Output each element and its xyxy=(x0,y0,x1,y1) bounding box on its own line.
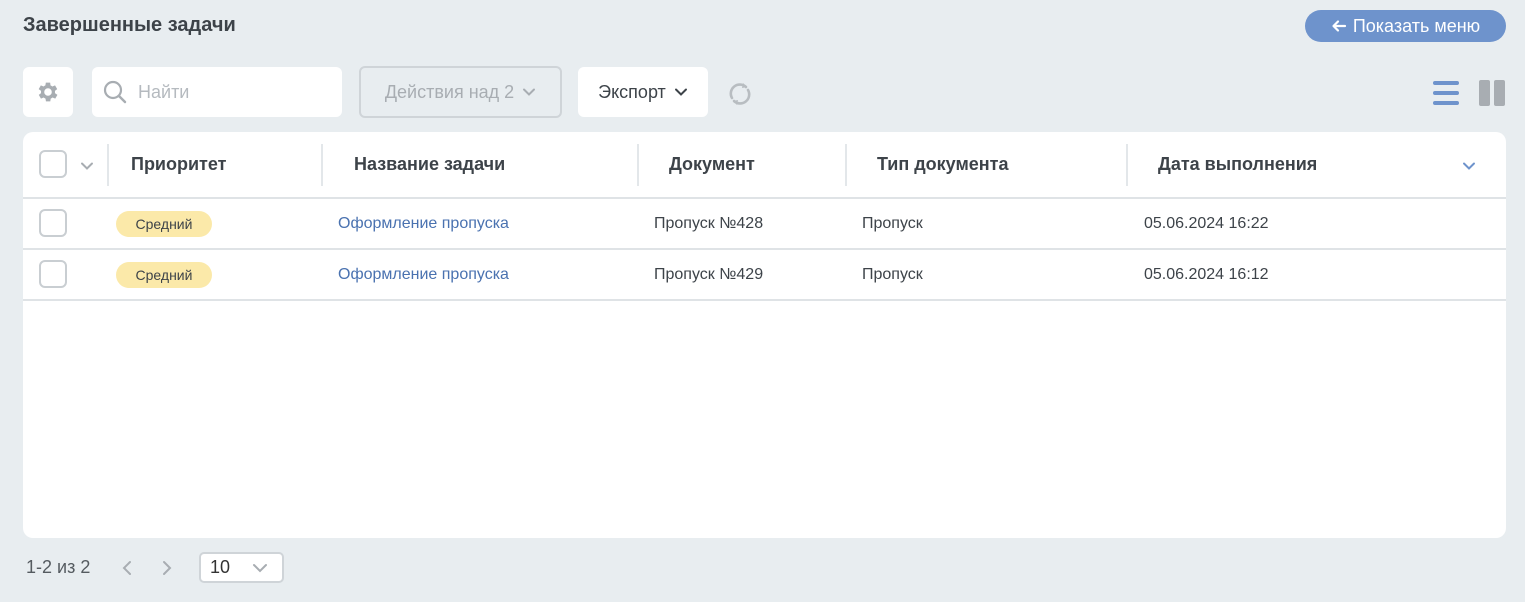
column-header-task[interactable]: Название задачи xyxy=(354,132,505,197)
page-size-select[interactable]: 10 xyxy=(199,552,284,583)
chevron-down-icon xyxy=(674,88,687,96)
column-divider xyxy=(845,144,847,186)
select-all-checkbox[interactable] xyxy=(39,150,67,178)
table-row[interactable]: Средний Оформление пропуска Пропуск №428… xyxy=(23,199,1506,250)
document-cell: Пропуск №429 xyxy=(654,265,764,283)
column-header-doc-type[interactable]: Тип документа xyxy=(877,132,1008,197)
column-header-document[interactable]: Документ xyxy=(669,132,755,197)
export-label: Экспорт xyxy=(598,81,666,102)
settings-button[interactable] xyxy=(23,67,73,117)
search-field[interactable] xyxy=(92,67,342,117)
task-link[interactable]: Оформление пропуска xyxy=(338,199,509,248)
bulk-actions-label: Действия над 2 xyxy=(384,81,515,102)
page-title: Завершенные задачи xyxy=(23,14,236,36)
column-divider xyxy=(107,144,109,186)
show-menu-button[interactable]: Показать меню xyxy=(1305,10,1506,42)
refresh-icon[interactable] xyxy=(724,78,756,110)
chevron-left-icon[interactable] xyxy=(118,558,138,578)
gear-icon xyxy=(38,82,58,102)
search-icon xyxy=(103,80,127,104)
chevron-down-icon xyxy=(523,88,536,96)
column-header-priority[interactable]: Приоритет xyxy=(131,132,226,197)
pagination-range: 1-2 из 2 xyxy=(26,557,91,577)
doc-type-cell: Пропуск xyxy=(862,214,923,232)
chevron-down-icon[interactable] xyxy=(80,161,94,171)
doc-type-cell: Пропуск xyxy=(862,265,923,283)
priority-badge: Средний xyxy=(116,211,212,237)
export-button[interactable]: Экспорт xyxy=(578,67,708,117)
list-view-icon[interactable] xyxy=(1432,79,1460,107)
table-header: Приоритет Название задачи Документ Тип д… xyxy=(23,132,1506,199)
column-divider xyxy=(637,144,639,186)
date-cell: 05.06.2024 16:22 xyxy=(1144,214,1269,232)
page-size-value: 10 xyxy=(210,557,231,577)
bulk-actions-button[interactable]: Действия над 2 xyxy=(359,66,562,118)
chevron-down-icon[interactable] xyxy=(1462,161,1476,171)
chevron-right-icon[interactable] xyxy=(156,558,176,578)
chevron-down-icon xyxy=(253,564,267,573)
task-link[interactable]: Оформление пропуска xyxy=(338,250,509,299)
column-view-icon[interactable] xyxy=(1478,79,1506,107)
date-cell: 05.06.2024 16:12 xyxy=(1144,265,1269,283)
table-row[interactable]: Средний Оформление пропуска Пропуск №429… xyxy=(23,250,1506,301)
column-divider xyxy=(321,144,323,186)
show-menu-label: Показать меню xyxy=(1352,15,1481,36)
column-header-date[interactable]: Дата выполнения xyxy=(1158,132,1317,197)
arrow-left-icon xyxy=(1332,20,1346,32)
row-checkbox[interactable] xyxy=(39,260,67,288)
search-input[interactable] xyxy=(138,81,328,103)
tasks-table: Приоритет Название задачи Документ Тип д… xyxy=(23,132,1506,538)
column-divider xyxy=(1126,144,1128,186)
row-checkbox[interactable] xyxy=(39,209,67,237)
priority-badge: Средний xyxy=(116,262,212,288)
document-cell: Пропуск №428 xyxy=(654,214,764,232)
